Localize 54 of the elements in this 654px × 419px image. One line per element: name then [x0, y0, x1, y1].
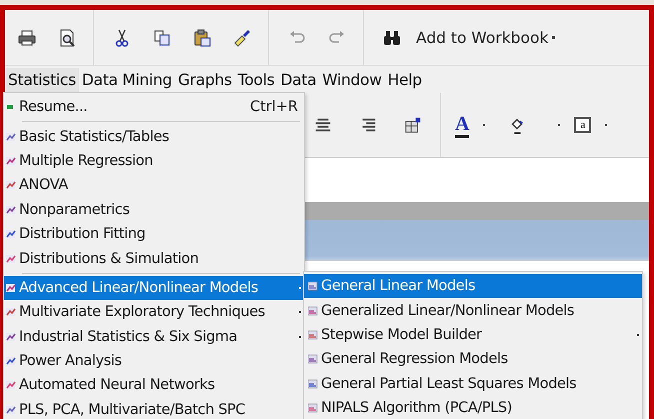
chart-icon [6, 380, 16, 390]
chart-icon [6, 282, 16, 293]
menu-item[interactable]: Basic Statistics/Tables [4, 124, 304, 149]
chart-icon [308, 354, 318, 364]
menu-bar-item[interactable]: Data [277, 68, 320, 92]
chart-icon [308, 330, 318, 340]
menu-bar-item[interactable]: Tools [234, 68, 278, 92]
chart-icon [6, 204, 16, 215]
table-icon[interactable] [404, 116, 422, 134]
menu-item[interactable]: Multiple Regression [4, 148, 304, 174]
add-to-workbook-button[interactable]: Add to Workbook [414, 28, 550, 46]
menu-bar-item[interactable]: Window [319, 68, 385, 92]
chart-icon [6, 156, 16, 166]
chart-icon [6, 254, 16, 264]
menu-item[interactable]: Advanced Linear/Nonlinear Models [4, 276, 304, 300]
menu-item[interactable]: Stepwise Model Builder [304, 322, 642, 348]
chart-icon [6, 356, 16, 366]
menu-bar-item[interactable]: Statistics [5, 68, 79, 92]
menu-item[interactable]: Power Analysis [4, 348, 304, 374]
printer-icon[interactable] [17, 28, 37, 48]
chart-icon [6, 180, 16, 190]
menu-bar-item[interactable]: Data Mining [78, 68, 175, 92]
copy-icon[interactable] [152, 28, 172, 48]
align-center-icon[interactable] [314, 116, 332, 134]
menu-item[interactable]: Generalized Linear/Nonlinear Models [304, 298, 642, 323]
brush-icon[interactable] [232, 28, 252, 48]
dropdown-icon[interactable] [552, 36, 556, 39]
menu-item[interactable]: General Linear Models [304, 274, 642, 298]
chart-icon [6, 307, 16, 318]
menu-item[interactable]: Automated Neural Networks [4, 373, 304, 398]
menu-item[interactable]: General Regression Models [304, 347, 642, 372]
chart-icon [6, 229, 16, 240]
chart-icon [308, 281, 318, 292]
menu-item[interactable]: Distributions & Simulation [4, 246, 304, 271]
font-color-button[interactable]: A [455, 112, 470, 138]
text-box-button[interactable]: a [574, 117, 592, 133]
paste-icon[interactable] [192, 28, 212, 48]
menu-item[interactable]: PLS, PCA, Multivariate/Batch SPC [4, 398, 304, 419]
menu-bar-item[interactable]: Help [384, 68, 425, 92]
chart-icon [6, 332, 16, 342]
menu-item[interactable]: Industrial Statistics & Six Sigma [4, 324, 304, 349]
chart-icon [308, 403, 318, 414]
menu-item[interactable]: Distribution Fitting [4, 222, 304, 246]
chart-icon [6, 404, 16, 415]
menu-item[interactable]: Nonparametrics [4, 198, 304, 222]
menu-item[interactable]: Resume... Ctrl+R [4, 95, 304, 120]
menu-item[interactable]: General Partial Least Squares Models [304, 372, 642, 396]
chart-icon [308, 378, 318, 389]
chart-icon [308, 306, 318, 316]
menu-item[interactable]: ANOVA [4, 173, 304, 198]
menu-item[interactable]: Multivariate Exploratory Techniques [4, 300, 304, 325]
menu-bar-item[interactable]: Graphs [174, 68, 235, 92]
chart-icon [6, 132, 16, 142]
menu-item[interactable]: NIPALS Algorithm (PCA/PLS) [304, 396, 642, 419]
